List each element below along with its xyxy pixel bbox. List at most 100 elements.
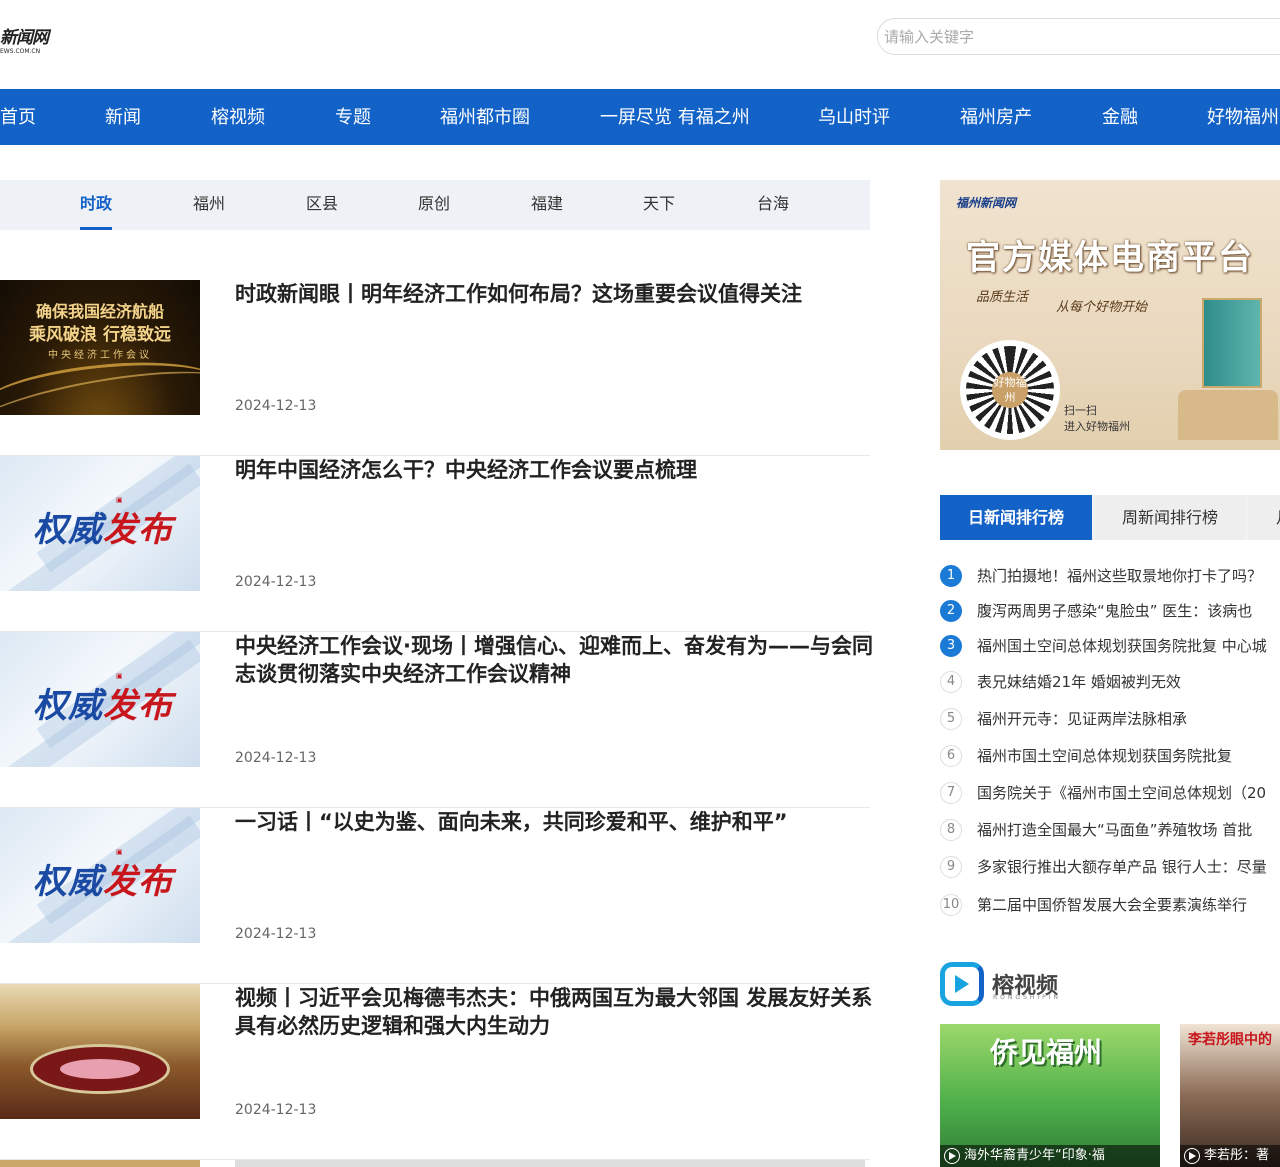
logo-subtext: EWS.COM.CN bbox=[0, 48, 41, 55]
news-title[interactable]: 一习话丨“以史为鉴、面向未来，共同珍爱和平、维护和平” bbox=[235, 808, 875, 836]
news-item: 确保我国经济航船 乘风破浪 行稳致远 中央经济工作会议 时政新闻眼丨明年经济工作… bbox=[0, 280, 870, 456]
news-date: 2024-12-13 bbox=[235, 926, 317, 942]
tab-taiwan[interactable]: 台海 bbox=[757, 180, 789, 230]
video-logo-icon bbox=[940, 962, 984, 1006]
nav-item-overview[interactable]: 一屏尽览 有福之州 bbox=[600, 89, 750, 145]
thumbnail-caption: 乘风破浪 行稳致远 bbox=[29, 325, 171, 345]
news-thumbnail[interactable] bbox=[0, 984, 200, 1119]
video-card[interactable]: 侨见福州 海外华裔青少年“印象·福 bbox=[940, 1024, 1160, 1167]
ranking-item[interactable]: 4 表兄妹结婚21年 婚姻被判无效 bbox=[940, 671, 1280, 695]
rank-number: 5 bbox=[940, 708, 962, 730]
rank-number: 9 bbox=[940, 856, 962, 878]
news-date: 2024-12-13 bbox=[235, 574, 317, 590]
tab-fuzhou[interactable]: 福州 bbox=[193, 180, 225, 230]
rank-number: 7 bbox=[940, 782, 962, 804]
news-title[interactable]: 中央经济工作会议·现场丨增强信心、迎难而上、奋发有为——与会同志谈贯彻落实中央经… bbox=[235, 632, 875, 688]
ranking-item[interactable]: 8 福州打造全国最大“马面鱼”养殖牧场 首批 bbox=[940, 819, 1280, 843]
news-title[interactable]: 时政新闻眼丨明年经济工作如何布局？这场重要会议值得关注 bbox=[235, 280, 875, 308]
news-thumbnail[interactable]: ▣ 权威发布 bbox=[0, 456, 200, 591]
tab-world[interactable]: 天下 bbox=[643, 180, 675, 230]
thumbnail-caption: 权威发布 bbox=[33, 686, 173, 726]
rank-title: 福州打造全国最大“马面鱼”养殖牧场 首批 bbox=[977, 821, 1253, 839]
rank-title: 福州市国土空间总体规划获国务院批复 bbox=[977, 747, 1233, 765]
rank-title: 福州开元寺：见证两岸法脉相承 bbox=[977, 710, 1188, 728]
news-title[interactable]: 视频丨习近平会见梅德韦杰夫：中俄两国互为最大邻国 发展友好关系具有必然历史逻辑和… bbox=[235, 984, 875, 1040]
news-date: 2024-12-13 bbox=[235, 1102, 317, 1118]
tab-weekly-ranking[interactable]: 周新闻排行榜 bbox=[1095, 495, 1245, 540]
video-art-text: 侨见福州 bbox=[990, 1036, 1103, 1069]
ranking-item[interactable]: 2 腹泻两周男子感染“鬼脸虫” 医生：该病也 bbox=[940, 600, 1280, 624]
nav-item-topics[interactable]: 专题 bbox=[335, 89, 371, 145]
news-item: ▣ 权威发布 一习话丨“以史为鉴、面向未来，共同珍爱和平、维护和平” 2024-… bbox=[0, 808, 870, 984]
news-thumbnail[interactable]: 确保我国经济航船 乘风破浪 行稳致远 中央经济工作会议 bbox=[0, 280, 200, 415]
news-date: 2024-12-13 bbox=[235, 398, 317, 414]
news-thumbnail[interactable]: ▣ 权威发布 bbox=[0, 808, 200, 943]
news-date: 2024-12-13 bbox=[235, 750, 317, 766]
ad-scan-text: 扫一扫 bbox=[1064, 404, 1097, 417]
rank-title: 表兄妹结婚21年 婚姻被判无效 bbox=[977, 673, 1181, 691]
news-title[interactable]: 明年中国经济怎么干？中央经济工作会议要点梳理 bbox=[235, 456, 875, 484]
ranking-item[interactable]: 9 多家银行推出大额存单产品 银行人士：尽量 bbox=[940, 856, 1280, 880]
ranking-item[interactable]: 10 第二届中国侨智发展大会全要素演练举行 bbox=[940, 894, 1280, 918]
ranking-tabs: 日新闻排行榜 周新闻排行榜 月 bbox=[940, 495, 1280, 540]
nav-item-goods[interactable]: 好物福州 bbox=[1207, 89, 1279, 145]
logo-text: 新闻网 bbox=[0, 28, 49, 48]
ranking-item[interactable]: 6 福州市国土空间总体规划获国务院批复 bbox=[940, 745, 1280, 769]
ranking-item[interactable]: 7 国务院关于《福州市国土空间总体规划（20 bbox=[940, 782, 1280, 806]
tab-fujian[interactable]: 福建 bbox=[531, 180, 563, 230]
tab-monthly-ranking[interactable]: 月 bbox=[1248, 495, 1280, 540]
book-image bbox=[1202, 298, 1262, 388]
rank-number: 2 bbox=[940, 600, 962, 622]
tab-original[interactable]: 原创 bbox=[418, 180, 450, 230]
ad-slogan: 从每个好物开始 bbox=[1056, 300, 1148, 315]
thumbnail-caption: 权威发布 bbox=[33, 510, 173, 550]
video-card[interactable]: 李若彤眼中的 李若彤：著 bbox=[1180, 1024, 1280, 1167]
rank-title: 多家银行推出大额存单产品 银行人士：尽量 bbox=[977, 858, 1267, 876]
video-caption: 李若彤：著 bbox=[1180, 1145, 1280, 1167]
news-item: ▣ 权威发布 中央经济工作会议·现场丨增强信心、迎难而上、奋发有为——与会同志谈… bbox=[0, 632, 873, 808]
site-header: 新闻网 EWS.COM.CN bbox=[0, 0, 1280, 89]
nav-item-video[interactable]: 榕视频 bbox=[211, 89, 265, 145]
rank-title: 热门拍摄地！福州这些取景地你打卡了吗？ bbox=[977, 567, 1263, 585]
ranking-item[interactable]: 5 福州开元寺：见证两岸法脉相承 bbox=[940, 708, 1280, 732]
thumbnail-caption: 权威发布 bbox=[33, 862, 173, 902]
tab-districts[interactable]: 区县 bbox=[306, 180, 338, 230]
thumbnail-caption: 确保我国经济航船 bbox=[35, 302, 164, 321]
next-news-title-edge bbox=[235, 1160, 865, 1167]
next-news-thumbnail-edge bbox=[0, 1160, 200, 1167]
ranking-item[interactable]: 1 热门拍摄地！福州这些取景地你打卡了吗？ bbox=[940, 565, 1280, 589]
ad-scan-text: 进入好物福州 bbox=[1064, 420, 1130, 433]
ad-logo: 福州新闻网 bbox=[956, 196, 1017, 210]
ad-title: 官方媒体电商平台 bbox=[966, 238, 1254, 278]
rank-number: 10 bbox=[940, 894, 962, 916]
nav-item-commentary[interactable]: 乌山时评 bbox=[818, 89, 890, 145]
flowers-decoration bbox=[60, 1059, 140, 1079]
video-art-text: 李若彤眼中的 bbox=[1188, 1032, 1272, 1048]
rank-number: 6 bbox=[940, 745, 962, 767]
thumbnail-caption: 中央经济工作会议 bbox=[48, 350, 152, 361]
rank-number: 1 bbox=[940, 565, 962, 587]
search-input[interactable] bbox=[877, 18, 1280, 55]
main-nav: 首页 新闻 榕视频 专题 福州都市圈 一屏尽览 有福之州 乌山时评 福州房产 金… bbox=[0, 89, 1280, 145]
site-logo[interactable]: 新闻网 EWS.COM.CN bbox=[0, 28, 60, 60]
category-tabs: 时政 福州 区县 原创 福建 天下 台海 bbox=[0, 180, 870, 230]
nav-item-metro[interactable]: 福州都市圈 bbox=[440, 89, 530, 145]
rank-number: 4 bbox=[940, 671, 962, 693]
rank-title: 福州国土空间总体规划获国务院批复 中心城 bbox=[977, 637, 1267, 655]
ecommerce-ad-banner[interactable]: 福州新闻网 官方媒体电商平台 品质生活 从每个好物开始 好物福州 扫一扫 进入好… bbox=[940, 180, 1280, 450]
news-item: ▣ 权威发布 明年中国经济怎么干？中央经济工作会议要点梳理 2024-12-13 bbox=[0, 456, 870, 632]
nav-item-finance[interactable]: 金融 bbox=[1102, 89, 1138, 145]
rank-number: 3 bbox=[940, 635, 962, 657]
ranking-item[interactable]: 3 福州国土空间总体规划获国务院批复 中心城 bbox=[940, 635, 1280, 659]
nav-item-realestate[interactable]: 福州房产 bbox=[960, 89, 1032, 145]
rank-title: 腹泻两周男子感染“鬼脸虫” 医生：该病也 bbox=[977, 602, 1253, 620]
play-icon bbox=[944, 1148, 960, 1164]
nav-item-news[interactable]: 新闻 bbox=[105, 89, 141, 145]
tab-daily-ranking[interactable]: 日新闻排行榜 bbox=[940, 495, 1092, 540]
qr-center-label: 好物福州 bbox=[992, 372, 1028, 408]
nav-item-home[interactable]: 首页 bbox=[0, 89, 36, 145]
video-section-subtitle: RONGSHIPIN bbox=[993, 994, 1061, 1001]
rank-title: 第二届中国侨智发展大会全要素演练举行 bbox=[977, 896, 1248, 914]
news-thumbnail[interactable]: ▣ 权威发布 bbox=[0, 632, 200, 767]
tab-politics[interactable]: 时政 bbox=[80, 180, 113, 230]
